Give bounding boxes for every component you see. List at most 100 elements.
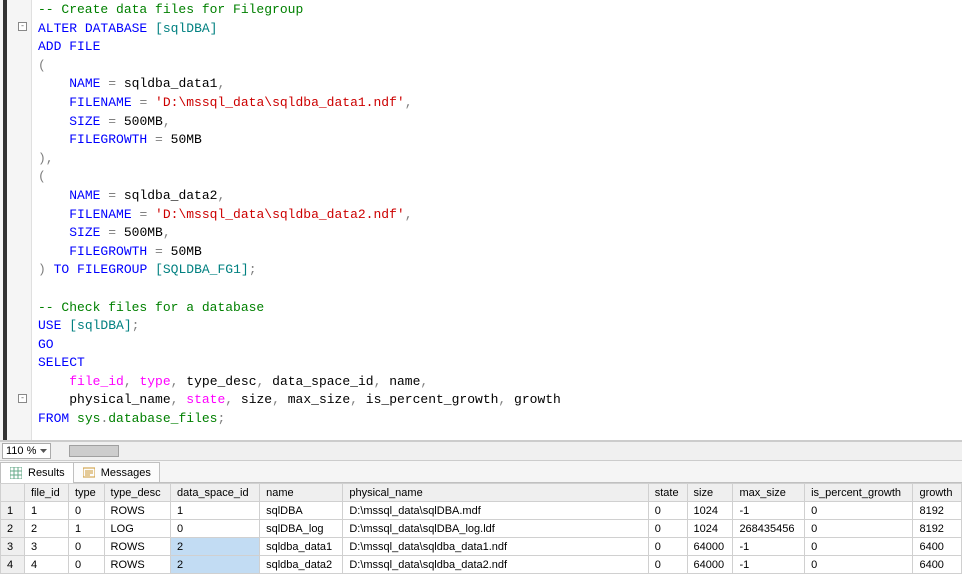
cell[interactable]: 0 bbox=[805, 502, 913, 520]
table-row[interactable]: 3 3 0 ROWS 2 sqldba_data1 D:\mssql_data\… bbox=[1, 538, 962, 556]
cell[interactable]: 1 bbox=[171, 502, 260, 520]
comment-line: -- Check files for a database bbox=[38, 300, 264, 315]
sql-editor-pane[interactable]: - - -- Create data files for Filegroup A… bbox=[0, 0, 962, 441]
tab-results[interactable]: Results bbox=[0, 462, 74, 483]
code-area[interactable]: -- Create data files for Filegroup ALTER… bbox=[32, 0, 962, 440]
cell[interactable]: 64000 bbox=[687, 538, 733, 556]
schema: sys bbox=[77, 411, 100, 426]
cell[interactable]: 1 bbox=[68, 520, 104, 538]
cell[interactable]: -1 bbox=[733, 556, 805, 574]
messages-icon bbox=[82, 466, 96, 480]
operator: = bbox=[100, 225, 123, 240]
cell[interactable]: -1 bbox=[733, 502, 805, 520]
cell[interactable]: 0 bbox=[805, 520, 913, 538]
cell[interactable]: 268435456 bbox=[733, 520, 805, 538]
cell[interactable]: sqldba_data1 bbox=[260, 538, 343, 556]
cell[interactable]: 0 bbox=[648, 502, 687, 520]
row-number[interactable]: 2 bbox=[1, 520, 25, 538]
comma: , bbox=[405, 95, 413, 110]
cell[interactable]: 3 bbox=[25, 538, 69, 556]
col-header[interactable]: physical_name bbox=[343, 484, 648, 502]
table-row[interactable]: 4 4 0 ROWS 2 sqldba_data2 D:\mssql_data\… bbox=[1, 556, 962, 574]
fold-toggle-icon[interactable]: - bbox=[18, 394, 27, 403]
zoom-dropdown[interactable]: 110 % bbox=[2, 443, 51, 459]
header-row: file_id type type_desc data_space_id nam… bbox=[1, 484, 962, 502]
cell-selected[interactable]: 2 bbox=[171, 556, 260, 574]
col-header[interactable]: max_size bbox=[733, 484, 805, 502]
value-name1: sqldba_data1 bbox=[124, 76, 218, 91]
cell[interactable]: 1024 bbox=[687, 502, 733, 520]
cell[interactable]: 8192 bbox=[913, 502, 962, 520]
table-row[interactable]: 1 1 0 ROWS 1 sqlDBA D:\mssql_data\sqlDBA… bbox=[1, 502, 962, 520]
results-grid[interactable]: file_id type type_desc data_space_id nam… bbox=[0, 483, 962, 574]
cell[interactable]: 1 bbox=[25, 502, 69, 520]
keyword-from: FROM bbox=[38, 411, 69, 426]
cell[interactable]: ROWS bbox=[104, 556, 171, 574]
paren: ), bbox=[38, 151, 54, 166]
cell[interactable]: 1024 bbox=[687, 520, 733, 538]
col-header[interactable]: type bbox=[68, 484, 104, 502]
cell[interactable]: sqlDBA_log bbox=[260, 520, 343, 538]
horizontal-scrollbar[interactable] bbox=[55, 444, 962, 458]
cell[interactable]: D:\mssql_data\sqlDBA_log.ldf bbox=[343, 520, 648, 538]
cell[interactable]: 0 bbox=[68, 556, 104, 574]
cell[interactable]: ROWS bbox=[104, 538, 171, 556]
cell[interactable]: 6400 bbox=[913, 556, 962, 574]
cell[interactable]: 2 bbox=[25, 520, 69, 538]
paren: ( bbox=[38, 58, 46, 73]
row-number[interactable]: 4 bbox=[1, 556, 25, 574]
tab-results-label: Results bbox=[28, 467, 65, 479]
fold-toggle-icon[interactable]: - bbox=[18, 22, 27, 31]
cell[interactable]: sqldba_data2 bbox=[260, 556, 343, 574]
cell[interactable]: 6400 bbox=[913, 538, 962, 556]
cell[interactable]: D:\mssql_data\sqldba_data2.ndf bbox=[343, 556, 648, 574]
row-number[interactable]: 1 bbox=[1, 502, 25, 520]
cell[interactable]: 0 bbox=[648, 520, 687, 538]
cell[interactable]: 8192 bbox=[913, 520, 962, 538]
operator: = bbox=[100, 114, 123, 129]
semi: ; bbox=[132, 318, 140, 333]
cell[interactable]: ROWS bbox=[104, 502, 171, 520]
cell[interactable]: 0 bbox=[68, 538, 104, 556]
cell[interactable]: D:\mssql_data\sqlDBA.mdf bbox=[343, 502, 648, 520]
keyword-filegrowth: FILEGROWTH bbox=[69, 244, 147, 259]
row-number[interactable]: 3 bbox=[1, 538, 25, 556]
col-header[interactable]: is_percent_growth bbox=[805, 484, 913, 502]
operator: = bbox=[147, 244, 170, 259]
col-header[interactable]: type_desc bbox=[104, 484, 171, 502]
cell-selected[interactable]: 2 bbox=[171, 538, 260, 556]
keyword-filegrowth: FILEGROWTH bbox=[69, 132, 147, 147]
col-header[interactable]: state bbox=[648, 484, 687, 502]
cell[interactable]: 0 bbox=[648, 556, 687, 574]
cell[interactable]: -1 bbox=[733, 538, 805, 556]
col: is_percent_growth bbox=[366, 392, 499, 407]
object: database_files bbox=[108, 411, 217, 426]
tab-messages[interactable]: Messages bbox=[73, 462, 160, 482]
cell[interactable]: sqlDBA bbox=[260, 502, 343, 520]
cell[interactable]: 64000 bbox=[687, 556, 733, 574]
col-header[interactable]: growth bbox=[913, 484, 962, 502]
cell[interactable]: 0 bbox=[171, 520, 260, 538]
cell[interactable]: 0 bbox=[805, 538, 913, 556]
semi: ; bbox=[249, 262, 257, 277]
comma: , bbox=[405, 207, 413, 222]
rownum-header[interactable] bbox=[1, 484, 25, 502]
editor-gutter: - - bbox=[0, 0, 32, 440]
cell[interactable]: D:\mssql_data\sqldba_data1.ndf bbox=[343, 538, 648, 556]
col-header[interactable]: size bbox=[687, 484, 733, 502]
cell[interactable]: 0 bbox=[68, 502, 104, 520]
cell[interactable]: LOG bbox=[104, 520, 171, 538]
col: type_desc bbox=[186, 374, 256, 389]
table-row[interactable]: 2 2 1 LOG 0 sqlDBA_log D:\mssql_data\sql… bbox=[1, 520, 962, 538]
cell[interactable]: 0 bbox=[648, 538, 687, 556]
cell[interactable]: 0 bbox=[805, 556, 913, 574]
col-header[interactable]: name bbox=[260, 484, 343, 502]
col: size bbox=[241, 392, 272, 407]
operator: = bbox=[100, 188, 123, 203]
operator: = bbox=[132, 95, 155, 110]
col: data_space_id bbox=[272, 374, 373, 389]
scrollbar-thumb[interactable] bbox=[69, 445, 119, 457]
col-header[interactable]: file_id bbox=[25, 484, 69, 502]
cell[interactable]: 4 bbox=[25, 556, 69, 574]
col-header[interactable]: data_space_id bbox=[171, 484, 260, 502]
